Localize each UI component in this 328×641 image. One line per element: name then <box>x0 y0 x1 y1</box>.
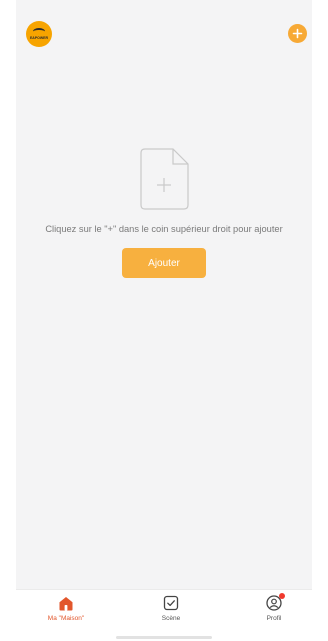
empty-message: Cliquez sur le "+" dans le coin supérieu… <box>45 224 283 234</box>
logo-mark <box>33 28 45 35</box>
home-indicator <box>116 636 212 639</box>
empty-state: Cliquez sur le "+" dans le coin supérieu… <box>16 148 312 278</box>
bottom-tab-bar: Ma "Maison" Scène Profil <box>16 589 312 641</box>
scene-checkbox-icon <box>163 595 179 611</box>
home-icon <box>59 597 73 611</box>
notification-badge <box>279 593 285 599</box>
tab-scene[interactable]: Scène <box>131 594 211 622</box>
add-device-button[interactable] <box>288 24 307 43</box>
document-add-icon <box>140 148 189 210</box>
app-screen: EAPOWER Cliquez sur le "+" dans le coin … <box>16 0 312 641</box>
app-logo: EAPOWER <box>26 21 52 47</box>
tab-home-label: Ma "Maison" <box>47 615 85 622</box>
plus-icon <box>292 28 303 39</box>
logo-text: EAPOWER <box>29 36 49 40</box>
tab-home[interactable]: Ma "Maison" <box>26 594 106 622</box>
tab-profile[interactable]: Profil <box>234 593 312 622</box>
ajouter-button[interactable]: Ajouter <box>122 248 206 278</box>
tab-scene-label: Scène <box>161 615 181 622</box>
tab-profile-label: Profil <box>266 615 282 622</box>
profile-icon-wrap <box>265 593 285 612</box>
